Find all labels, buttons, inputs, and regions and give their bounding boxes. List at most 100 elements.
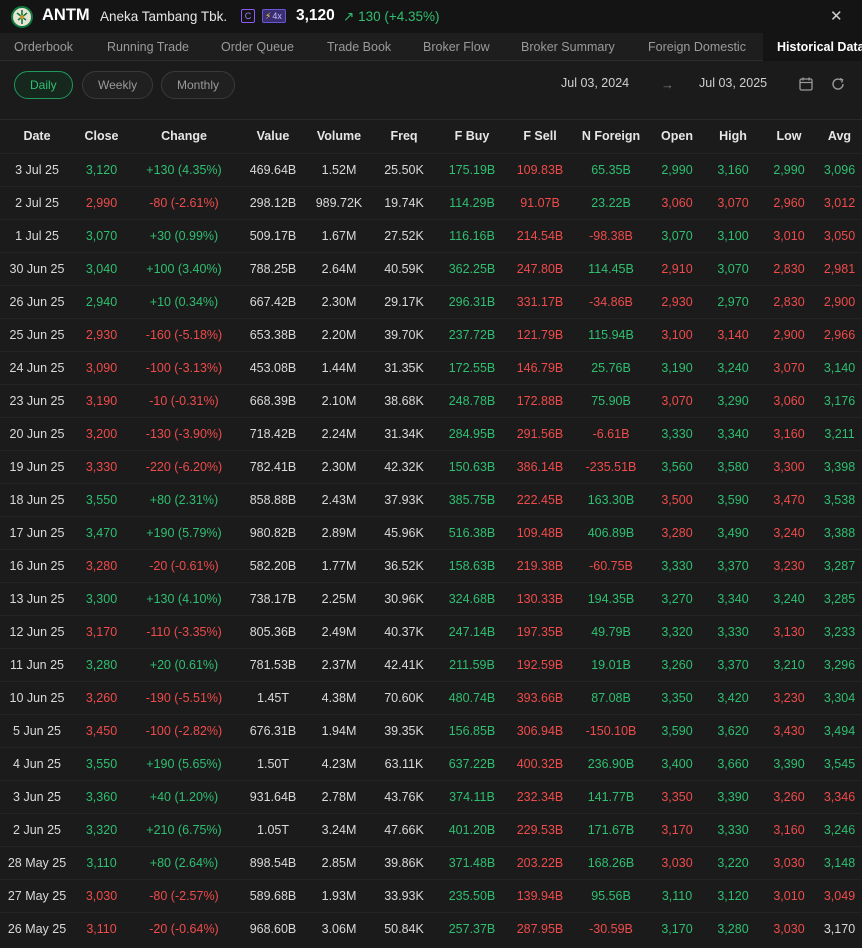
table-cell: 3,170 <box>661 822 693 837</box>
table-cell: 47.66K <box>384 822 424 837</box>
table-row[interactable]: 27 May 25 3,030 -80 (-2.57%) 589.68B 1.93M 33… <box>0 879 862 912</box>
table-row[interactable]: 3 Jun 25 3,360 +40 (1.20%) 931.64B 2.78M 43.7… <box>0 780 862 813</box>
table-cell: 3,230 <box>773 690 805 705</box>
tab-running-trade[interactable]: Running Trade <box>107 33 189 61</box>
column-header[interactable]: Open <box>649 120 705 153</box>
table-row[interactable]: 2 Jul 25 2,990 -80 (-2.61%) 298.12B 989.72K 1… <box>0 186 862 219</box>
table-cell: 39.70K <box>384 327 424 342</box>
table-cell: 2.78M <box>321 789 357 804</box>
column-header[interactable]: N Foreign <box>573 120 649 153</box>
column-header[interactable]: Freq <box>371 120 437 153</box>
table-cell: -110 (-3.35%) <box>146 624 222 639</box>
table-row[interactable]: 5 Jun 25 3,450 -100 (-2.82%) 676.31B 1.94M 39… <box>0 714 862 747</box>
table-cell: 3,330 <box>717 624 749 639</box>
table-cell: 3,560 <box>661 459 693 474</box>
table-row[interactable]: 26 Jun 25 2,940 +10 (0.34%) 667.42B 2.30M 29.… <box>0 285 862 318</box>
column-header[interactable]: Value <box>239 120 307 153</box>
table-cell: 114.29B <box>449 195 495 210</box>
period-monthly-button[interactable]: Monthly <box>161 71 236 99</box>
table-cell: 989.72K <box>315 195 363 210</box>
table-cell: 1.45T <box>257 690 289 705</box>
table-row[interactable]: 12 Jun 25 3,170 -110 (-3.35%) 805.36B 2.49M 4… <box>0 615 862 648</box>
table-row[interactable]: 19 Jun 25 3,330 -220 (-6.20%) 782.41B 2.30M 4… <box>0 450 862 483</box>
table-row[interactable]: 24 Jun 25 3,090 -100 (-3.13%) 453.08B 1.44M 3… <box>0 351 862 384</box>
table-cell: -10 (-0.31%) <box>149 393 219 408</box>
column-header[interactable]: Close <box>74 120 129 153</box>
tab-order-queue[interactable]: Order Queue <box>221 33 294 61</box>
column-header[interactable]: High <box>705 120 761 153</box>
column-header[interactable]: F Sell <box>507 120 573 153</box>
table-cell: 3,388 <box>823 525 856 540</box>
table-row[interactable]: 23 Jun 25 3,190 -10 (-0.31%) 668.39B 2.10M 38… <box>0 384 862 417</box>
table-cell: 18 Jun 25 <box>9 492 65 507</box>
table-cell: 968.60B <box>249 921 297 936</box>
table-cell: 214.54B <box>516 228 564 243</box>
table-cell: -100 (-2.82%) <box>145 723 223 738</box>
table-row[interactable]: 11 Jun 25 3,280 +20 (0.61%) 781.53B 2.37M 42.… <box>0 648 862 681</box>
table-cell: 3,230 <box>773 558 805 573</box>
refresh-icon[interactable] <box>830 76 848 94</box>
table-cell: 116.16B <box>449 228 495 243</box>
table-cell: 3,400 <box>661 756 693 771</box>
column-header[interactable]: Low <box>761 120 817 153</box>
tab-broker-flow[interactable]: Broker Flow <box>423 33 490 61</box>
table-row[interactable]: 10 Jun 25 3,260 -190 (-5.51%) 1.45T 4.38M 70.… <box>0 681 862 714</box>
period-daily-button[interactable]: Daily <box>14 71 73 99</box>
column-header[interactable]: Date <box>0 120 74 153</box>
table-cell: 453.08B <box>249 360 297 375</box>
period-weekly-button[interactable]: Weekly <box>82 71 154 99</box>
table-cell: 898.54B <box>249 855 297 870</box>
table-cell: 3,070 <box>85 228 118 243</box>
table-row[interactable]: 17 Jun 25 3,470 +190 (5.79%) 980.82B 2.89M 45… <box>0 516 862 549</box>
table-cell: 45.96K <box>384 525 424 540</box>
table-row[interactable]: 28 May 25 3,110 +80 (2.64%) 898.54B 2.85M 39.… <box>0 846 862 879</box>
column-header[interactable]: F Buy <box>437 120 507 153</box>
table-row[interactable]: 20 Jun 25 3,200 -130 (-3.90%) 718.42B 2.24M 3… <box>0 417 862 450</box>
table-cell: 3,090 <box>85 360 118 375</box>
calendar-icon[interactable] <box>798 76 816 94</box>
tab-broker-summary[interactable]: Broker Summary <box>521 33 615 61</box>
table-cell: 31.35K <box>384 360 424 375</box>
table-row[interactable]: 16 Jun 25 3,280 -20 (-0.61%) 582.20B 1.77M 36… <box>0 549 862 582</box>
table-cell: 3,240 <box>773 591 805 606</box>
table-row[interactable]: 13 Jun 25 3,300 +130 (4.10%) 738.17B 2.25M 30… <box>0 582 862 615</box>
tab-foreign-domestic[interactable]: Foreign Domestic <box>648 33 746 61</box>
table-row[interactable]: 26 May 25 3,110 -20 (-0.64%) 968.60B 3.06M 50… <box>0 912 862 945</box>
table-cell: 3,096 <box>823 162 856 177</box>
arrow-right-icon: → <box>661 77 674 92</box>
table-cell: -20 (-0.61%) <box>149 558 219 573</box>
table-cell: 3,110 <box>86 855 117 870</box>
table-cell: 30 Jun 25 <box>9 261 65 276</box>
table-row[interactable]: 3 Jul 25 3,120 +130 (4.35%) 469.64B 1.52M 25.… <box>0 153 862 186</box>
table-cell: -150.10B <box>585 723 637 738</box>
table-cell: 385.75B <box>448 492 496 507</box>
column-header[interactable]: Volume <box>307 120 371 153</box>
column-header[interactable]: Avg <box>817 120 862 153</box>
table-cell: 374.11B <box>449 789 495 804</box>
table-cell: 29.17K <box>384 294 424 309</box>
table-cell: 3,494 <box>823 723 856 738</box>
table-row[interactable]: 1 Jul 25 3,070 +30 (0.99%) 509.17B 1.67M 27.5… <box>0 219 862 252</box>
table-row[interactable]: 18 Jun 25 3,550 +80 (2.31%) 858.88B 2.43M 37.… <box>0 483 862 516</box>
tab-trade-book[interactable]: Trade Book <box>327 33 391 61</box>
column-header[interactable]: Change <box>129 120 239 153</box>
table-cell: 3,060 <box>661 195 693 210</box>
notation-badge: C <box>241 9 255 23</box>
table-cell: 3,287 <box>823 558 856 573</box>
table-row[interactable]: 4 Jun 25 3,550 +190 (5.65%) 1.50T 4.23M 63.11… <box>0 747 862 780</box>
table-cell: 3,170 <box>85 624 118 639</box>
table-cell: 5 Jun 25 <box>13 723 61 738</box>
table-row[interactable]: 25 Jun 25 2,930 -160 (-5.18%) 653.38B 2.20M 3… <box>0 318 862 351</box>
table-cell: 3,470 <box>773 492 805 507</box>
date-to-field[interactable]: Jul 03, 2025 <box>699 76 767 90</box>
date-from-field[interactable]: Jul 03, 2024 <box>561 76 629 90</box>
table-cell: 23.22B <box>591 195 631 210</box>
close-button[interactable]: ✕ <box>830 7 843 25</box>
tab-historical-data[interactable]: Historical Data <box>763 33 862 61</box>
table-cell: 3.06M <box>321 921 357 936</box>
tab-orderbook[interactable]: Orderbook <box>14 33 73 61</box>
table-header-row: Date Close Change Value Volume Freq F Buy F Sel… <box>0 120 862 153</box>
table-cell: 2 Jul 25 <box>15 195 59 210</box>
table-row[interactable]: 30 Jun 25 3,040 +100 (3.40%) 788.25B 2.64M 40… <box>0 252 862 285</box>
table-row[interactable]: 2 Jun 25 3,320 +210 (6.75%) 1.05T 3.24M 47.66… <box>0 813 862 846</box>
